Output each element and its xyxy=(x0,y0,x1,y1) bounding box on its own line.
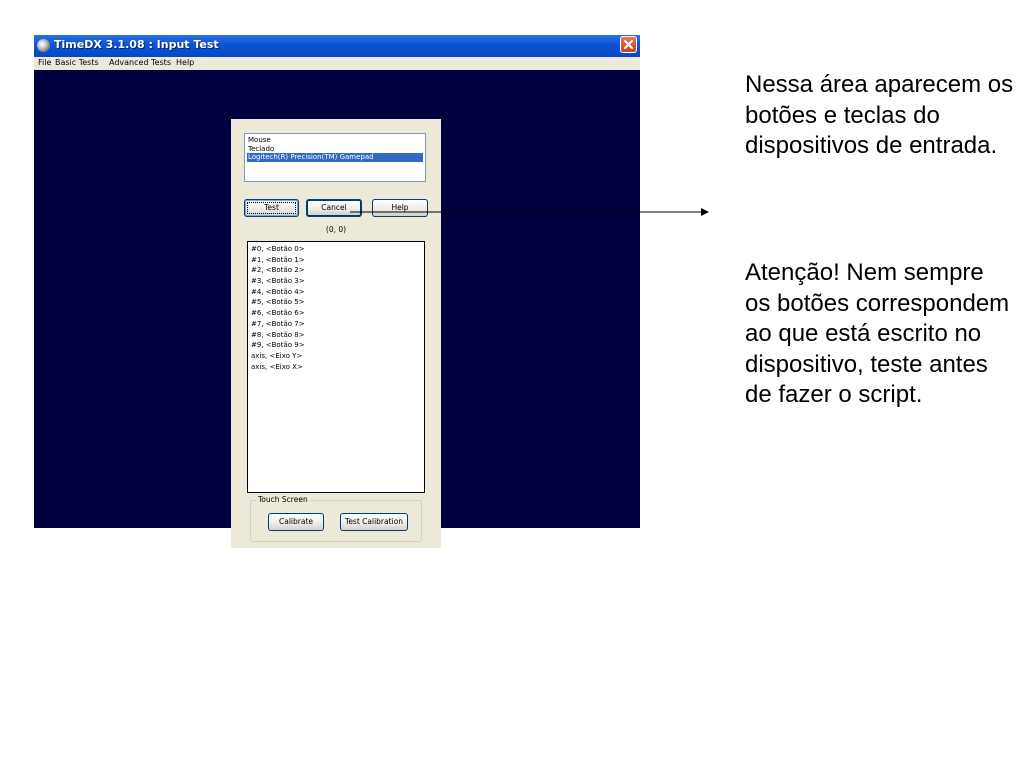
annotation-text-warning: Atenção! Nem sempre os botões correspond… xyxy=(745,259,1010,408)
annotation-text-input-area: Nessa área aparecem os botões e teclas d… xyxy=(745,71,1014,159)
